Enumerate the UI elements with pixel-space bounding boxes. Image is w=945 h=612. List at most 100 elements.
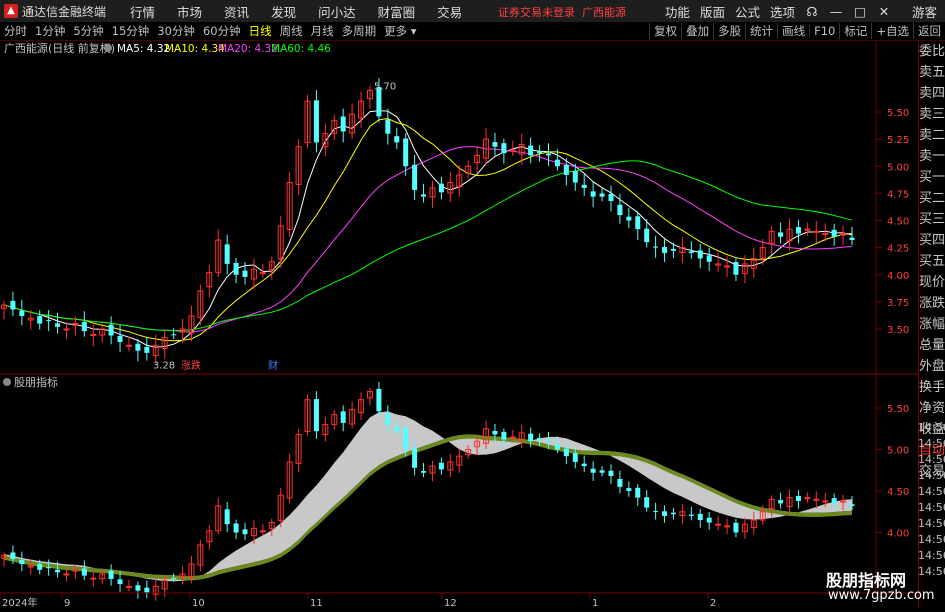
minimize-icon[interactable]: — — [829, 4, 843, 19]
menu-options[interactable]: 选项 — [770, 2, 795, 21]
guest-user[interactable]: 游客 — [912, 2, 937, 21]
side-item-2[interactable]: 卖四 — [919, 83, 945, 104]
period-60min[interactable]: 60分钟 — [199, 23, 245, 39]
kline-chart-svg[interactable]: 广西能源(日线 前复权) MA5: 4.32 MA10: 4.34 MA20: … — [0, 41, 918, 609]
side-item-14[interactable]: 总量 — [919, 335, 945, 356]
tool-back[interactable]: 返回 — [913, 23, 945, 39]
main-candle — [670, 248, 676, 251]
main-candle — [233, 262, 239, 275]
side-item-8[interactable]: 买三 — [919, 209, 945, 230]
tool-add-watchlist[interactable]: +自选 — [871, 23, 913, 39]
sub-candle — [697, 513, 703, 521]
menu-news[interactable]: 资讯 — [224, 2, 249, 21]
period-5min[interactable]: 5分钟 — [69, 23, 107, 39]
sub-candle — [509, 436, 516, 439]
login-status[interactable]: 证券交易未登录 广西能源 — [498, 4, 626, 20]
tick-time: 14:56 — [918, 549, 945, 562]
side-item-17[interactable]: 净资 — [919, 398, 945, 419]
maximize-icon[interactable]: □ — [853, 4, 867, 19]
main-candle — [421, 194, 427, 197]
menu-trade[interactable]: 交易 — [437, 2, 462, 21]
main-candle — [412, 164, 418, 191]
sub-candle — [572, 453, 578, 462]
main-candle — [697, 250, 703, 259]
side-item-12[interactable]: 涨跌 — [919, 293, 945, 314]
tool-mark[interactable]: 标记 — [839, 23, 871, 39]
main-candle — [135, 343, 141, 351]
sub-candle — [55, 569, 61, 573]
close-icon[interactable]: ✕ — [877, 4, 891, 19]
main-candle — [528, 145, 534, 156]
main-candle — [733, 262, 739, 275]
sub-candle — [135, 585, 141, 591]
side-item-10[interactable]: 买五 — [919, 251, 945, 272]
main-candle — [385, 119, 391, 134]
main-candle — [537, 151, 543, 154]
app-title: 通达信金融终端 — [22, 4, 107, 19]
side-item-4[interactable]: 卖二 — [919, 125, 945, 146]
period-30min[interactable]: 30分钟 — [153, 23, 199, 39]
menu-ask[interactable]: 问小达 — [318, 2, 356, 21]
period-monthly[interactable]: 月线 — [307, 23, 338, 39]
main-candle — [804, 228, 811, 231]
tool-f10[interactable]: F10 — [809, 24, 839, 38]
side-item-6[interactable]: 买一 — [919, 167, 945, 188]
period-toolbar: 分时 1分钟 5分钟 15分钟 30分钟 60分钟 日线 周线 月线 多周期 更… — [0, 22, 945, 41]
main-candle — [10, 300, 16, 310]
sub-candle — [144, 587, 150, 593]
tool-overlay[interactable]: 叠加 — [681, 23, 713, 39]
period-daily[interactable]: 日线 — [245, 23, 276, 39]
side-item-11[interactable]: 现价 — [919, 272, 945, 293]
y-tick-label: 4.00 — [887, 529, 909, 540]
sub-collapse-icon[interactable] — [3, 378, 11, 386]
main-candle — [724, 265, 731, 268]
side-item-15[interactable]: 外盘 — [919, 356, 945, 377]
collapse-icon[interactable] — [104, 44, 112, 52]
period-weekly[interactable]: 周线 — [276, 23, 307, 39]
main-candle — [581, 184, 587, 188]
menu-wealth[interactable]: 财富圈 — [378, 2, 416, 21]
side-item-13[interactable]: 涨幅 — [919, 314, 945, 335]
side-item-3[interactable]: 卖三 — [919, 104, 945, 125]
menu-market-quotes[interactable]: 行情 — [130, 2, 155, 21]
sub-y-axis: 5.50 5.00 4.50 4.00 — [876, 404, 909, 540]
period-1min[interactable]: 1分钟 — [31, 23, 69, 39]
period-multi[interactable]: 多周期 — [338, 23, 381, 39]
menu-layout[interactable]: 版面 — [700, 2, 725, 21]
tool-draw[interactable]: 画线 — [777, 23, 809, 39]
sub-candle — [804, 497, 811, 500]
x-tick-label: 10 — [192, 598, 205, 609]
sub-candle — [37, 564, 43, 570]
sub-candle — [125, 585, 132, 588]
side-item-5[interactable]: 卖一 — [919, 146, 945, 167]
y-tick-label: 5.50 — [887, 108, 909, 119]
menu-function[interactable]: 功能 — [665, 2, 690, 21]
marker-finance[interactable]: 财 — [268, 359, 278, 372]
sub-candle — [831, 498, 837, 504]
side-item-0[interactable]: 委比 — [919, 41, 945, 62]
tool-adjust[interactable]: 复权 — [649, 23, 681, 39]
watermark: 股朋指标网 www.7gpzb.com — [818, 565, 945, 609]
period-15min[interactable]: 15分钟 — [108, 23, 154, 39]
headset-icon[interactable]: ☊ — [805, 4, 819, 19]
sub-candle — [81, 568, 87, 576]
y-tick-label: 5.00 — [887, 446, 909, 457]
main-candle — [63, 328, 70, 331]
tool-multi-stock[interactable]: 多股 — [713, 23, 745, 39]
menu-formula[interactable]: 公式 — [735, 2, 760, 21]
side-item-1[interactable]: 卖五 — [919, 62, 945, 83]
marker-change[interactable]: 涨跌 — [181, 359, 201, 372]
main-candle — [617, 204, 623, 216]
period-intraday[interactable]: 分时 — [0, 23, 31, 39]
tool-stats[interactable]: 统计 — [745, 23, 777, 39]
side-item-9[interactable]: 买四 — [919, 230, 945, 251]
low-price-label: 3.28 — [153, 361, 175, 372]
main-candle — [706, 255, 712, 262]
chart-area[interactable]: 广西能源(日线 前复权) MA5: 4.32 MA10: 4.34 MA20: … — [0, 41, 945, 609]
period-more[interactable]: 更多 ▾ — [380, 23, 420, 39]
menu-discover[interactable]: 发现 — [271, 2, 296, 21]
side-item-7[interactable]: 买二 — [919, 188, 945, 209]
side-item-16[interactable]: 换手 — [919, 377, 945, 398]
menu-market[interactable]: 市场 — [177, 2, 202, 21]
sub-candle — [90, 577, 97, 580]
